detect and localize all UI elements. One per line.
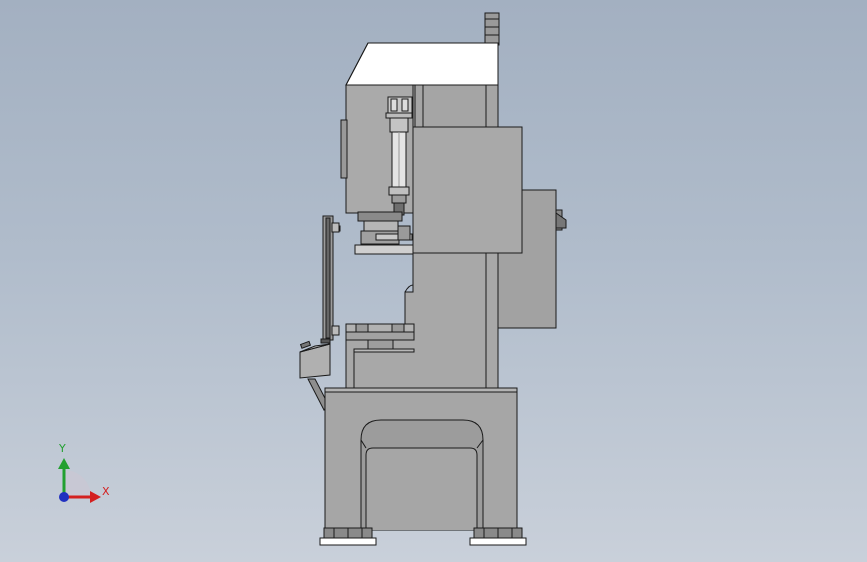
cad-viewport[interactable]: X Y [0, 0, 867, 562]
triad-z-axis [59, 492, 69, 502]
coordinate-triad [58, 458, 101, 503]
triad-y-label: Y [59, 442, 66, 455]
triad-y-arrowhead [58, 458, 70, 469]
triad-x-arrowhead [90, 491, 101, 503]
triad-x-label: X [102, 485, 110, 498]
